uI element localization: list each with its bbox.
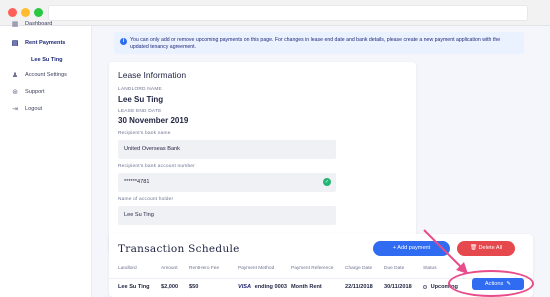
account-holder-label: Name of account holder <box>118 197 174 202</box>
cell-due-date: 30/11/2018 <box>384 284 412 290</box>
sidebar-item-label: Logout <box>25 106 43 112</box>
check-icon: ✓ <box>323 178 331 186</box>
account-holder-value: Lee Su Ting <box>124 212 154 218</box>
lease-card-title: Lease Information <box>118 70 187 80</box>
column-header: Status <box>423 266 437 271</box>
cell-fee: $50 <box>189 284 199 290</box>
cell-landlord: Lee Su Ting <box>118 284 150 290</box>
sidebar-item-label: Rent Payments <box>25 40 66 46</box>
main-content: i You can only add or remove upcoming pa… <box>92 26 550 297</box>
info-icon: i <box>120 38 127 45</box>
maximize-window-button[interactable] <box>34 8 43 17</box>
landlord-name-value: Lee Su Ting <box>118 95 164 104</box>
add-payment-button[interactable]: + Add payment <box>373 241 450 256</box>
logout-icon: ⇥ <box>12 106 18 113</box>
transaction-schedule-title: Transaction Schedule <box>118 243 240 255</box>
grid-icon: ▦ <box>11 21 19 28</box>
sidebar-item-label: Account Settings <box>25 72 67 78</box>
delete-all-button[interactable]: 🗑 Delete All <box>457 241 515 256</box>
column-header: Payment Method <box>238 266 275 271</box>
account-number-value: ******4781 <box>124 179 150 185</box>
sidebar-item-dashboard[interactable]: ▦ Dashboard <box>10 20 53 28</box>
bank-name-field[interactable]: United Overseas Bank <box>118 140 336 159</box>
sidebar-item-rent-payments[interactable]: ▤ Rent Payments <box>10 39 66 47</box>
minimize-window-button[interactable] <box>21 8 30 17</box>
column-header: Charge Date <box>345 266 373 271</box>
sidebar-item-support[interactable]: ⊛ Support <box>10 88 45 96</box>
column-header: Amount <box>161 266 178 271</box>
card-ending: ending 0003 <box>254 284 287 290</box>
lease-end-date-label: LEASE END DATE <box>118 109 162 114</box>
lifebuoy-icon: ⊛ <box>12 89 18 96</box>
cell-reference: Month Rent <box>291 284 322 290</box>
column-header: Landlord <box>118 266 137 271</box>
bank-name-value: United Overseas Bank <box>124 146 180 152</box>
sidebar-subitem-lee-su-ting[interactable]: Lee Su Ting <box>31 57 63 63</box>
info-notice: i You can only add or remove upcoming pa… <box>114 32 524 54</box>
delete-all-label: Delete All <box>478 245 503 251</box>
account-number-field[interactable]: ******4781 ✓ <box>118 173 336 192</box>
column-header: Due Date <box>384 266 405 271</box>
visa-icon: VISA <box>238 284 252 290</box>
account-holder-field[interactable]: Lee Su Ting <box>118 206 336 225</box>
column-header: Payment Reference <box>291 266 334 271</box>
cell-charge-date: 22/11/2018 <box>345 284 373 290</box>
sidebar-item-label: Support <box>25 89 45 95</box>
account-number-label: Recipient's bank account number <box>118 164 195 169</box>
lease-end-date-value: 30 November 2019 <box>118 116 189 125</box>
sidebar-item-label: Dashboard <box>25 21 53 27</box>
bank-name-label: Recipient's bank name <box>118 131 171 136</box>
sidebar-item-account-settings[interactable]: ♟ Account Settings <box>10 71 67 79</box>
cell-amount: $2,000 <box>161 284 179 290</box>
trash-icon: 🗑 <box>469 245 477 251</box>
address-bar[interactable] <box>48 5 528 21</box>
sidebar-item-logout[interactable]: ⇥ Logout <box>10 105 42 113</box>
status-dot-icon <box>423 284 427 289</box>
annotation-highlight-circle <box>448 270 534 297</box>
close-window-button[interactable] <box>8 8 17 17</box>
lease-information-card: Lease Information LANDLORD NAME Lee Su T… <box>109 62 416 252</box>
payments-icon: ▤ <box>11 40 19 47</box>
sidebar: ▦ Dashboard ▤ Rent Payments Lee Su Ting … <box>0 21 92 297</box>
notice-text: You can only add or remove upcoming paym… <box>130 37 501 50</box>
column-header: RentHero Fee <box>189 266 220 271</box>
window-titlebar <box>0 0 550 26</box>
person-icon: ♟ <box>11 72 19 79</box>
cell-payment-method: VISA ending 0003 <box>238 284 287 290</box>
landlord-name-label: LANDLORD NAME <box>118 87 162 92</box>
